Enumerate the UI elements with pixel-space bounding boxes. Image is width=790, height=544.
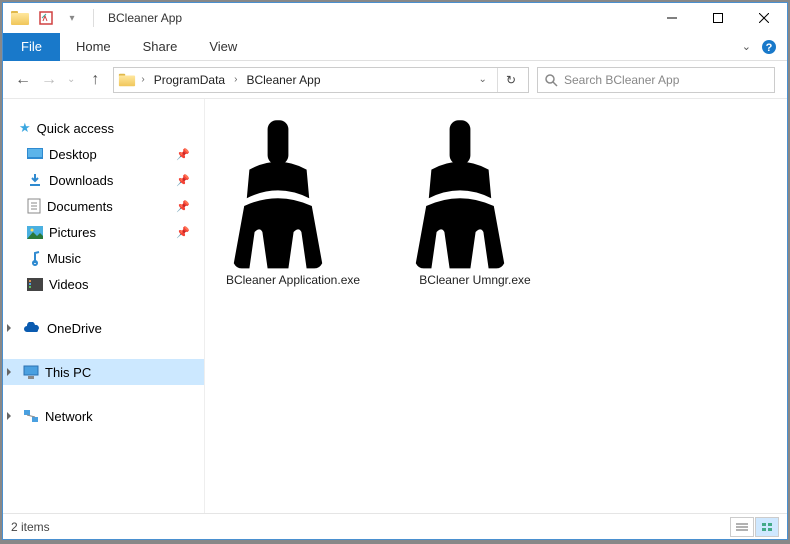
ribbon-expand-icon[interactable]: ⌄ (742, 40, 751, 53)
ribbon: File Home Share View ⌄ ? (3, 33, 787, 61)
sidebar-item-network[interactable]: Network (3, 403, 204, 429)
file-item[interactable]: BCleaner Umngr.exe (395, 113, 555, 313)
qat-dropdown-icon[interactable]: ▾ (61, 7, 83, 29)
this-pc-icon (23, 365, 39, 379)
search-input[interactable]: Search BCleaner App (537, 67, 775, 93)
search-placeholder: Search BCleaner App (564, 73, 679, 87)
sidebar-item-onedrive[interactable]: OneDrive (3, 315, 204, 341)
up-button[interactable]: ↑ (85, 71, 105, 89)
sidebar-item-documents[interactable]: Documents 📌 (3, 193, 204, 219)
chevron-right-icon[interactable]: › (140, 74, 145, 85)
star-icon: ★ (19, 120, 31, 136)
folder-icon (119, 73, 135, 86)
pin-icon: 📌 (176, 148, 190, 161)
sidebar-item-desktop[interactable]: Desktop 📌 (3, 141, 204, 167)
window-title: BCleaner App (100, 11, 182, 25)
documents-icon (27, 198, 41, 214)
address-bar-row: ← → ⌄ ↑ › ProgramData › BCleaner App ⌄ ↻… (3, 61, 787, 99)
properties-icon[interactable] (35, 7, 57, 29)
desktop-icon (27, 148, 43, 160)
details-view-button[interactable] (730, 517, 754, 537)
forward-button[interactable]: → (41, 71, 57, 89)
pictures-icon (27, 226, 43, 239)
refresh-button[interactable]: ↻ (497, 68, 524, 92)
sidebar-item-videos[interactable]: Videos (3, 271, 204, 297)
file-tab[interactable]: File (3, 33, 60, 61)
pin-icon: 📌 (176, 174, 190, 187)
onedrive-icon (23, 322, 41, 334)
file-name: BCleaner Application.exe (213, 273, 373, 289)
folder-icon[interactable] (9, 7, 31, 29)
back-button[interactable]: ← (15, 71, 31, 89)
titlebar: ▾ BCleaner App (3, 3, 787, 33)
sidebar-item-pictures[interactable]: Pictures 📌 (3, 219, 204, 245)
explorer-window: ▾ BCleaner App File Home Share View ⌄ ? (2, 2, 788, 540)
close-button[interactable] (741, 3, 787, 33)
tab-home[interactable]: Home (60, 33, 127, 61)
minimize-button[interactable] (649, 3, 695, 33)
address-bar[interactable]: › ProgramData › BCleaner App ⌄ ↻ (113, 67, 529, 93)
pin-icon: 📌 (176, 200, 190, 213)
breadcrumb[interactable]: BCleaner App (242, 73, 324, 87)
app-icon (213, 113, 343, 273)
music-icon (27, 250, 41, 266)
file-name: BCleaner Umngr.exe (395, 273, 555, 289)
maximize-button[interactable] (695, 3, 741, 33)
quick-access-header[interactable]: ★ Quick access (3, 115, 204, 141)
status-bar: 2 items (3, 513, 787, 539)
sidebar-item-this-pc[interactable]: This PC (3, 359, 204, 385)
help-icon[interactable]: ? (761, 39, 777, 55)
videos-icon (27, 278, 43, 291)
file-list[interactable]: BCleaner Application.exe BCleaner Umngr.… (205, 99, 787, 513)
file-item[interactable]: BCleaner Application.exe (213, 113, 373, 313)
breadcrumb[interactable]: ProgramData (150, 73, 229, 87)
app-icon (395, 113, 525, 273)
address-dropdown-icon[interactable]: ⌄ (473, 74, 493, 85)
tab-share[interactable]: Share (127, 33, 194, 61)
network-icon (23, 409, 39, 423)
svg-text:?: ? (766, 42, 773, 54)
navigation-pane: ★ Quick access Desktop 📌 Downloads 📌 Doc… (3, 99, 205, 513)
pin-icon: 📌 (176, 226, 190, 239)
item-count: 2 items (11, 520, 50, 534)
chevron-right-icon[interactable]: › (233, 74, 238, 85)
downloads-icon (27, 172, 43, 188)
tab-view[interactable]: View (193, 33, 253, 61)
sidebar-item-downloads[interactable]: Downloads 📌 (3, 167, 204, 193)
quick-access-toolbar: ▾ (3, 7, 100, 29)
search-icon (544, 73, 558, 87)
recent-dropdown-icon[interactable]: ⌄ (67, 74, 75, 85)
icons-view-button[interactable] (755, 517, 779, 537)
sidebar-item-music[interactable]: Music (3, 245, 204, 271)
